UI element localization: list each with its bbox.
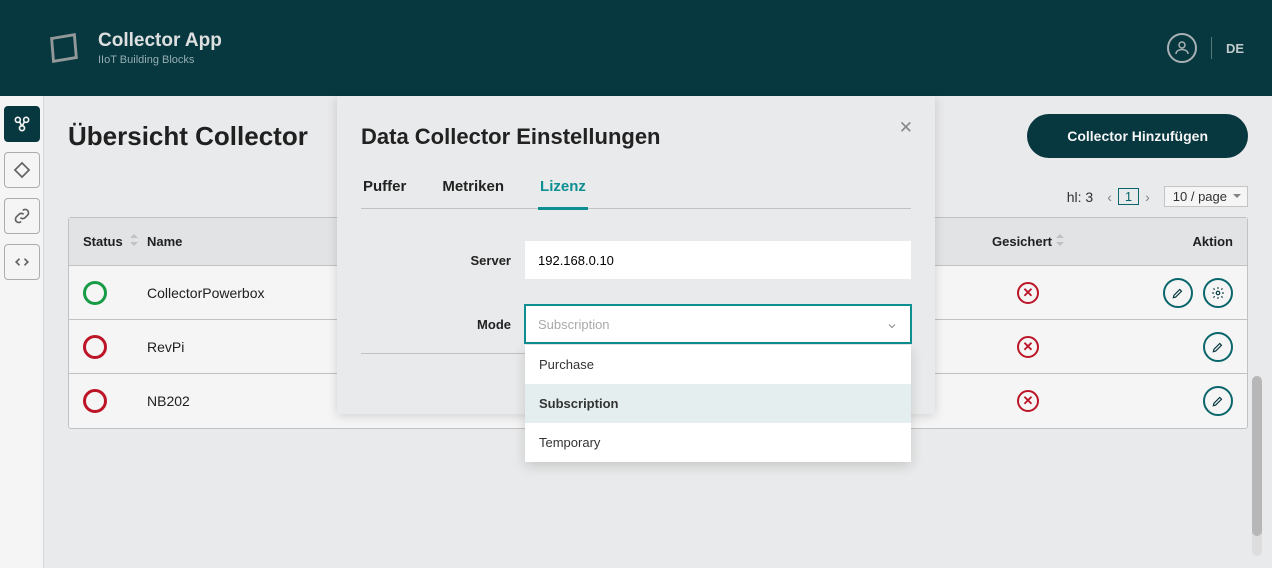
settings-modal: ✕ Data Collector Einstellungen Puffer Me… <box>337 96 935 414</box>
mode-dropdown: Purchase Subscription Temporary <box>525 345 911 462</box>
tab-metrics[interactable]: Metriken <box>440 178 506 208</box>
chevron-down-icon <box>886 320 898 335</box>
close-icon[interactable]: ✕ <box>899 118 913 138</box>
mode-placeholder: Subscription <box>538 317 610 332</box>
tab-license[interactable]: Lizenz <box>538 178 588 210</box>
server-label: Server <box>361 253 511 268</box>
mode-option-temporary[interactable]: Temporary <box>525 423 911 462</box>
server-input[interactable] <box>525 241 911 279</box>
modal-title: Data Collector Einstellungen <box>361 124 911 150</box>
mode-option-subscription[interactable]: Subscription <box>525 384 911 423</box>
mode-label: Mode <box>361 317 511 332</box>
mode-select[interactable]: Subscription Purchase Subscription Tempo… <box>525 305 911 343</box>
mode-option-purchase[interactable]: Purchase <box>525 345 911 384</box>
modal-tabs: Puffer Metriken Lizenz <box>361 178 911 209</box>
tab-buffer[interactable]: Puffer <box>361 178 408 208</box>
